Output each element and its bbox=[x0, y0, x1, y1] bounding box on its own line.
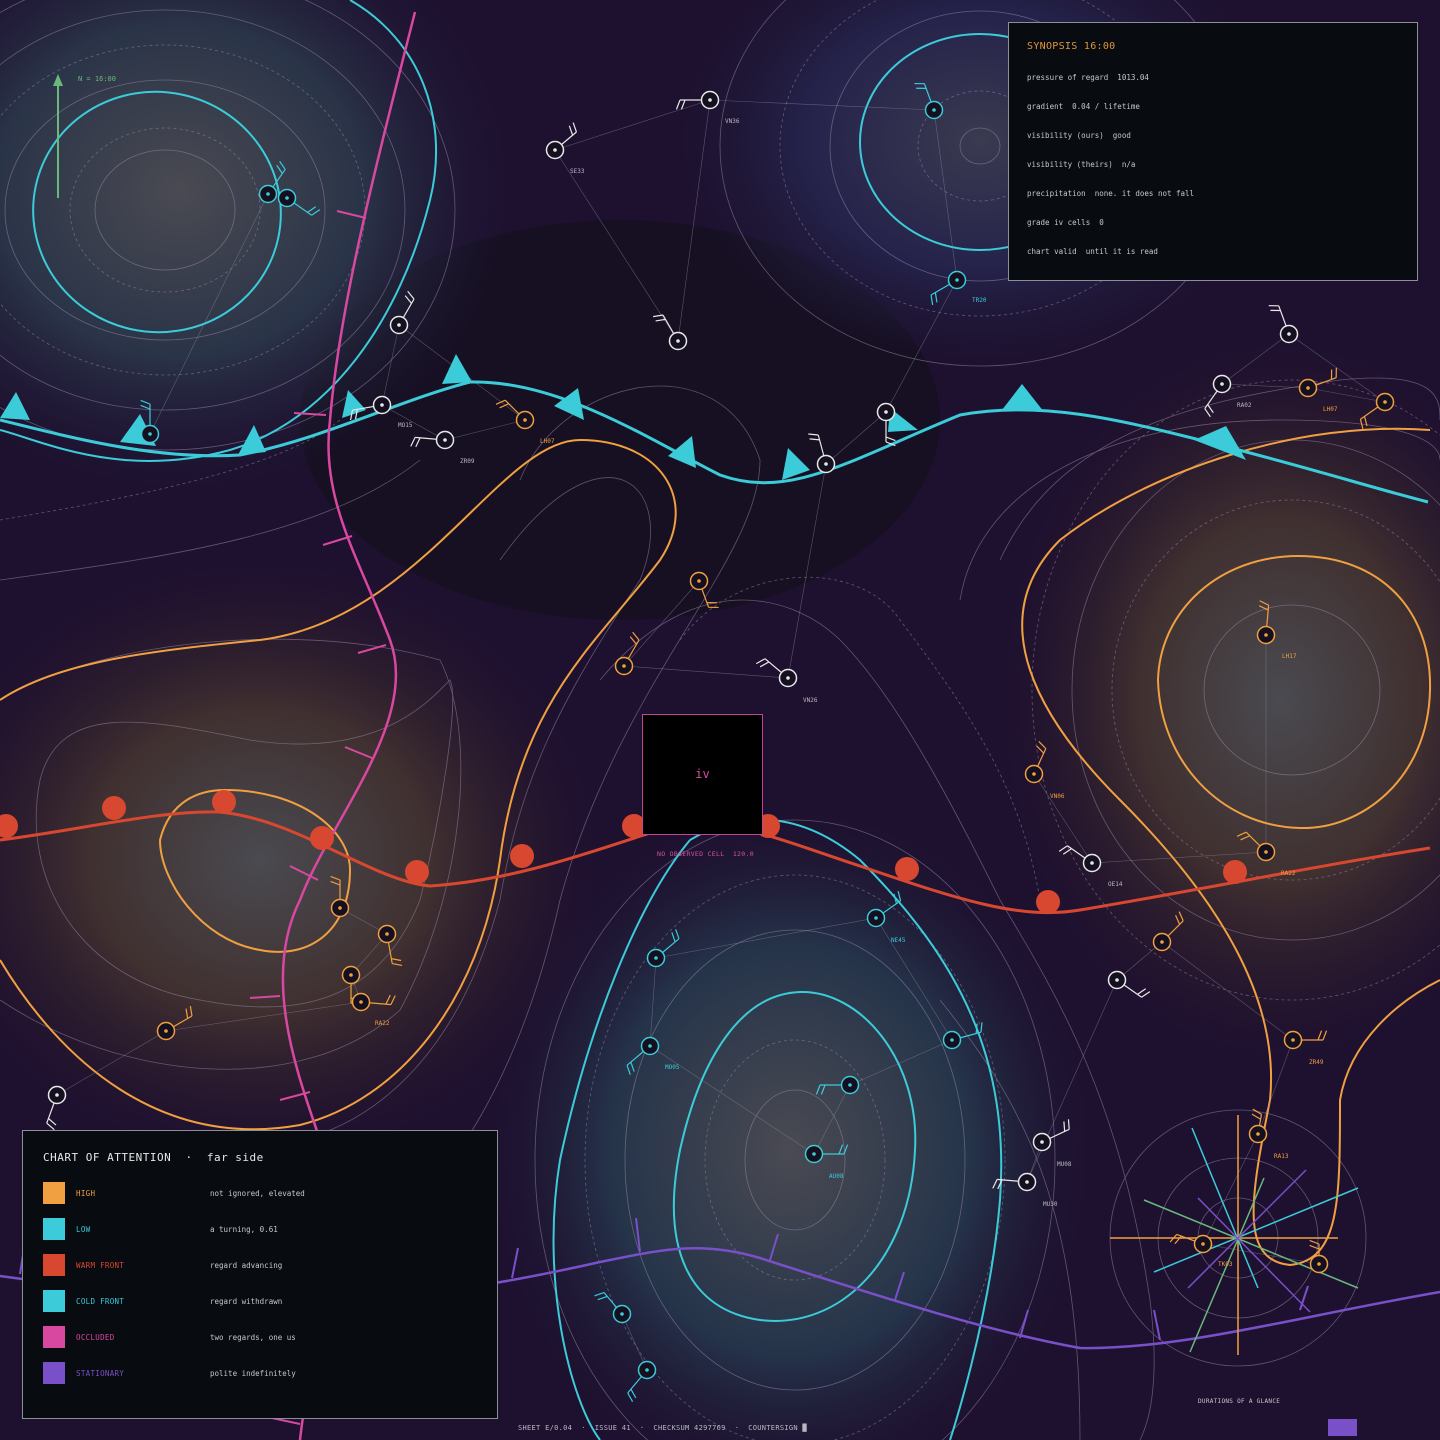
legend-item-desc: not ignored, elevated bbox=[210, 1189, 305, 1198]
synopsis-panel: SYNOPSIS 16:00 pressure of regard 1013.0… bbox=[1008, 22, 1418, 281]
legend-item-desc: polite indefinitely bbox=[210, 1369, 296, 1378]
center-cell-caption: NO OBSERVED CELL 120.0 bbox=[657, 850, 754, 858]
legend-item-name: OCCLUDED bbox=[76, 1333, 115, 1342]
station-label: RA22 bbox=[375, 1020, 390, 1027]
legend-swatch bbox=[43, 1218, 65, 1240]
weather-chart-page: { "synopsis": { "title": "SYNOPSIS 16:00… bbox=[0, 0, 1440, 1440]
station-label: RA02 bbox=[1237, 402, 1252, 409]
station-label: RA13 bbox=[1274, 1153, 1289, 1160]
station-label: OE14 bbox=[1108, 881, 1123, 888]
station-label: ZR09 bbox=[460, 458, 475, 465]
legend-row-stationary: STATIONARY polite indefinitely bbox=[43, 1362, 483, 1384]
legend-item-name: LOW bbox=[76, 1225, 91, 1234]
station-label: MO15 bbox=[398, 422, 413, 429]
station-label: LH07 bbox=[1323, 406, 1338, 413]
station-label: LH17 bbox=[1282, 653, 1297, 660]
north-label: N = 16:00 bbox=[78, 75, 116, 83]
synopsis-line: pressure of regard 1013.04 bbox=[1027, 73, 1149, 82]
durations-label: DURATIONS OF A GLANCE bbox=[1198, 1398, 1281, 1405]
station-label: ZR49 bbox=[1309, 1059, 1324, 1066]
legend-row-occluded: OCCLUDED two regards, one us bbox=[43, 1326, 483, 1348]
station-label: SE33 bbox=[570, 168, 585, 175]
legend-swatch bbox=[43, 1182, 65, 1204]
legend-panel: CHART OF ATTENTION · far side HIGH not i… bbox=[22, 1130, 498, 1419]
synopsis-line: precipitation none. it does not fall bbox=[1027, 189, 1195, 198]
center-cell-box: iv bbox=[642, 714, 763, 835]
legend-item-name: HIGH bbox=[76, 1189, 96, 1198]
legend-row-cold-front: COLD FRONT regard withdrawn bbox=[43, 1290, 483, 1312]
legend-item-desc: regard advancing bbox=[210, 1261, 283, 1270]
legend-item-name: WARM FRONT bbox=[76, 1261, 125, 1270]
station-label: MU30 bbox=[1043, 1201, 1058, 1208]
station-label: MU08 bbox=[1057, 1161, 1072, 1168]
station-label: VN26 bbox=[803, 697, 818, 704]
synopsis-line: visibility (ours) good bbox=[1027, 131, 1131, 140]
station-label: VN36 bbox=[725, 118, 740, 125]
station-label: LH07 bbox=[540, 438, 555, 445]
station-label: RA22 bbox=[1281, 870, 1296, 877]
legend-row-high: HIGH not ignored, elevated bbox=[43, 1182, 483, 1204]
legend-swatch bbox=[43, 1362, 65, 1384]
footer: SHEET E/0.04 · ISSUE 41 · CHECKSUM 42977… bbox=[518, 1424, 807, 1432]
station-label: AU08 bbox=[829, 1173, 844, 1180]
legend-swatch bbox=[43, 1326, 65, 1348]
synopsis-line: grade iv cells 0 bbox=[1027, 218, 1104, 227]
synopsis-line: gradient 0.04 / lifetime bbox=[1027, 102, 1140, 111]
legend-row-warm-front: WARM FRONT regard advancing bbox=[43, 1254, 483, 1276]
legend-swatch bbox=[43, 1254, 65, 1276]
legend-item-desc: two regards, one us bbox=[210, 1333, 296, 1342]
corner-swatch bbox=[1328, 1419, 1357, 1436]
legend-swatch bbox=[43, 1290, 65, 1312]
center-cell-label: iv bbox=[695, 767, 710, 781]
legend-item-name: COLD FRONT bbox=[76, 1297, 125, 1306]
station-label: TK03 bbox=[1218, 1261, 1233, 1268]
station-label: TR20 bbox=[972, 297, 987, 304]
station-label: MO05 bbox=[665, 1064, 680, 1071]
station-label: VN06 bbox=[1050, 793, 1065, 800]
legend-item-desc: a turning, 0.61 bbox=[210, 1225, 278, 1234]
legend-title: CHART OF ATTENTION · far side bbox=[43, 1151, 264, 1164]
synopsis-title: SYNOPSIS 16:00 bbox=[1027, 41, 1116, 52]
legend-row-low: LOW a turning, 0.61 bbox=[43, 1218, 483, 1240]
legend-item-name: STATIONARY bbox=[76, 1369, 125, 1378]
legend-item-desc: regard withdrawn bbox=[210, 1297, 283, 1306]
synopsis-line: chart valid until it is read bbox=[1027, 247, 1158, 256]
station-label: NE45 bbox=[891, 937, 906, 944]
synopsis-line: visibility (theirs) n/a bbox=[1027, 160, 1136, 169]
